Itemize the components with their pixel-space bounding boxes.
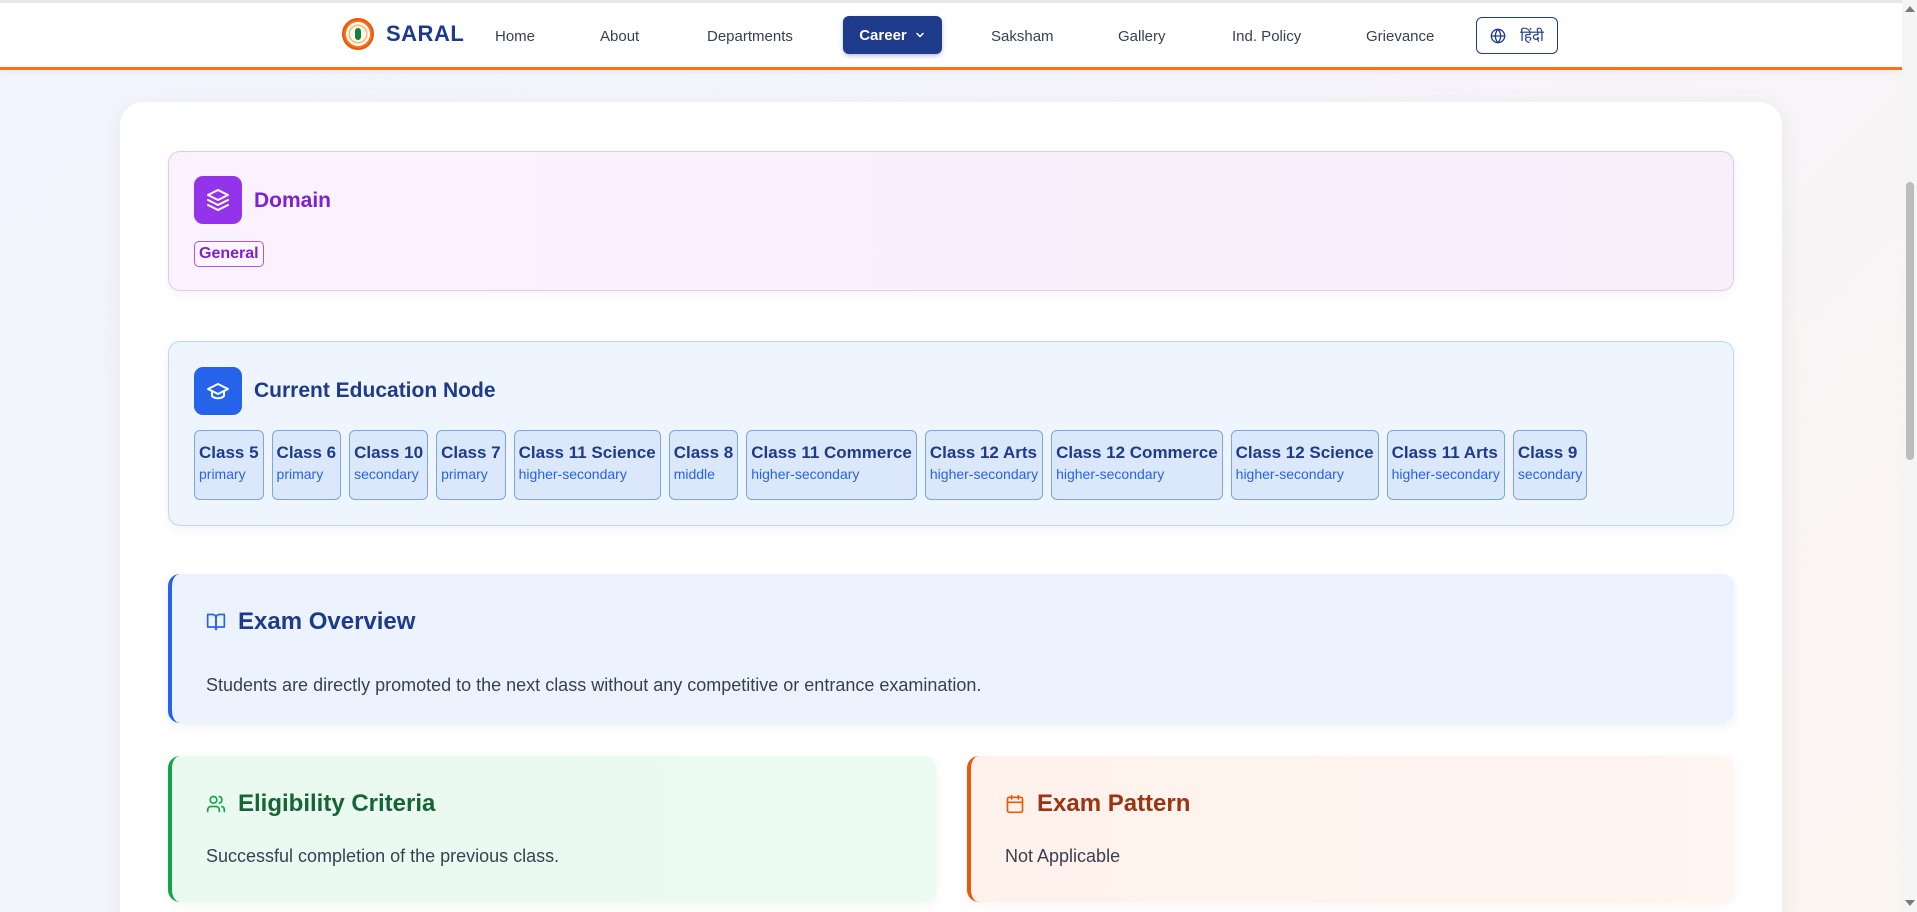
domain-icon-box xyxy=(194,176,242,224)
eligibility-header: Eligibility Criteria xyxy=(206,790,435,818)
education-node-chip[interactable]: Class 8 middle xyxy=(668,430,739,500)
education-node-chip[interactable]: Class 6 primary xyxy=(271,430,342,500)
node-level: secondary xyxy=(354,466,419,482)
education-node-chip[interactable]: Class 12 Science higher-secondary xyxy=(1230,430,1379,500)
exam-overview-header: Exam Overview xyxy=(206,608,415,636)
nav-item-home[interactable]: Home xyxy=(495,28,535,45)
users-icon xyxy=(206,795,226,813)
domain-title: Domain xyxy=(254,189,332,212)
nav-item-career-label: Career xyxy=(859,26,907,44)
node-name: Class 9 xyxy=(1517,443,1578,462)
scrollbar-thumb[interactable] xyxy=(1906,182,1914,460)
exam-pattern-section: Exam Pattern Not Applicable xyxy=(967,756,1734,902)
node-name: Class 5 xyxy=(199,443,259,462)
nav-item-departments[interactable]: Departments xyxy=(707,28,793,45)
brand[interactable]: SARAL xyxy=(342,18,464,50)
exam-pattern-title: Exam Pattern xyxy=(1037,790,1191,817)
exam-overview-section: Exam Overview Students are directly prom… xyxy=(168,574,1734,723)
chevron-down-icon xyxy=(916,32,924,38)
education-node-chip[interactable]: Class 7 primary xyxy=(436,430,506,500)
domain-section: Domain General xyxy=(168,151,1734,291)
education-node-chip[interactable]: Class 11 Commerce higher-secondary xyxy=(746,430,917,500)
education-node-section: Current Education Node Class 5 primary Cl… xyxy=(168,341,1734,526)
node-name: Class 12 Science xyxy=(1235,443,1374,462)
node-level: primary xyxy=(199,466,246,482)
scroll-up-arrow-icon[interactable] xyxy=(1905,6,1915,12)
eligibility-title: Eligibility Criteria xyxy=(238,790,436,817)
node-name: Class 8 xyxy=(673,443,734,462)
education-node-chip[interactable]: Class 10 secondary xyxy=(349,430,429,500)
exam-pattern-header: Exam Pattern xyxy=(1005,790,1190,818)
nav-item-ind-policy[interactable]: Ind. Policy xyxy=(1232,28,1301,45)
nav-item-gallery[interactable]: Gallery xyxy=(1118,28,1166,45)
exam-overview-title: Exam Overview xyxy=(238,608,416,635)
node-name: Class 7 xyxy=(441,443,501,462)
education-node-title: Current Education Node xyxy=(254,379,496,402)
language-toggle-button[interactable]: हिंदी xyxy=(1476,17,1558,54)
eligibility-text: Successful completion of the previous cl… xyxy=(206,846,560,866)
node-level: higher-secondary xyxy=(929,466,1039,482)
node-level: higher-secondary xyxy=(1235,466,1344,482)
education-icon-box xyxy=(194,367,242,415)
education-node-chip[interactable]: Class 12 Commerce higher-secondary xyxy=(1051,430,1223,500)
node-name: Class 11 Commerce xyxy=(751,443,912,462)
node-name: Class 10 xyxy=(354,443,424,462)
node-name: Class 12 Commerce xyxy=(1056,443,1218,462)
education-node-chip[interactable]: Class 5 primary xyxy=(194,430,264,500)
language-label: हिंदी xyxy=(1520,27,1544,45)
node-name: Class 11 Science xyxy=(518,443,656,462)
nav-item-about[interactable]: About xyxy=(600,28,639,45)
exam-pattern-text: Not Applicable xyxy=(1005,846,1121,866)
nav-item-career[interactable]: Career xyxy=(843,16,942,54)
domain-tag: General xyxy=(194,241,264,267)
node-level: higher-secondary xyxy=(751,466,860,482)
exam-overview-text: Students are directly promoted to the ne… xyxy=(206,675,982,695)
education-node-list: Class 5 primary Class 6 primary Class 10 se… xyxy=(194,430,1588,500)
brand-name: SARAL xyxy=(386,21,465,46)
education-node-chip[interactable]: Class 12 Arts higher-secondary xyxy=(924,430,1044,500)
node-name: Class 11 Arts xyxy=(1391,443,1498,462)
node-level: primary xyxy=(276,466,324,482)
education-node-chip[interactable]: Class 11 Arts higher-secondary xyxy=(1386,430,1505,500)
node-level: higher-secondary xyxy=(518,466,627,482)
globe-icon xyxy=(1490,28,1506,43)
emblem-icon xyxy=(342,18,374,50)
nav-item-grievance[interactable]: Grievance xyxy=(1366,28,1434,45)
node-level: secondary xyxy=(1517,466,1583,482)
education-node-chip[interactable]: Class 9 secondary xyxy=(1512,430,1588,500)
scroll-down-arrow-icon[interactable] xyxy=(1905,900,1915,906)
node-name: Class 12 Arts xyxy=(929,443,1037,462)
calendar-icon xyxy=(1006,794,1024,814)
top-navbar: SARAL Home About Departments Career Saks… xyxy=(0,0,1902,70)
page-scrollbar[interactable] xyxy=(1902,0,1917,912)
book-open-icon xyxy=(206,613,226,631)
graduation-cap-icon xyxy=(207,383,229,400)
layers-icon xyxy=(207,189,229,211)
eligibility-section: Eligibility Criteria Successful completi… xyxy=(168,756,936,902)
node-level: higher-secondary xyxy=(1056,466,1165,482)
node-level: primary xyxy=(441,466,488,482)
node-level: higher-secondary xyxy=(1391,466,1500,482)
node-name: Class 6 xyxy=(276,443,337,462)
education-node-chip[interactable]: Class 11 Science higher-secondary xyxy=(513,430,661,500)
node-level: middle xyxy=(673,466,715,482)
nav-item-saksham[interactable]: Saksham xyxy=(991,28,1054,45)
